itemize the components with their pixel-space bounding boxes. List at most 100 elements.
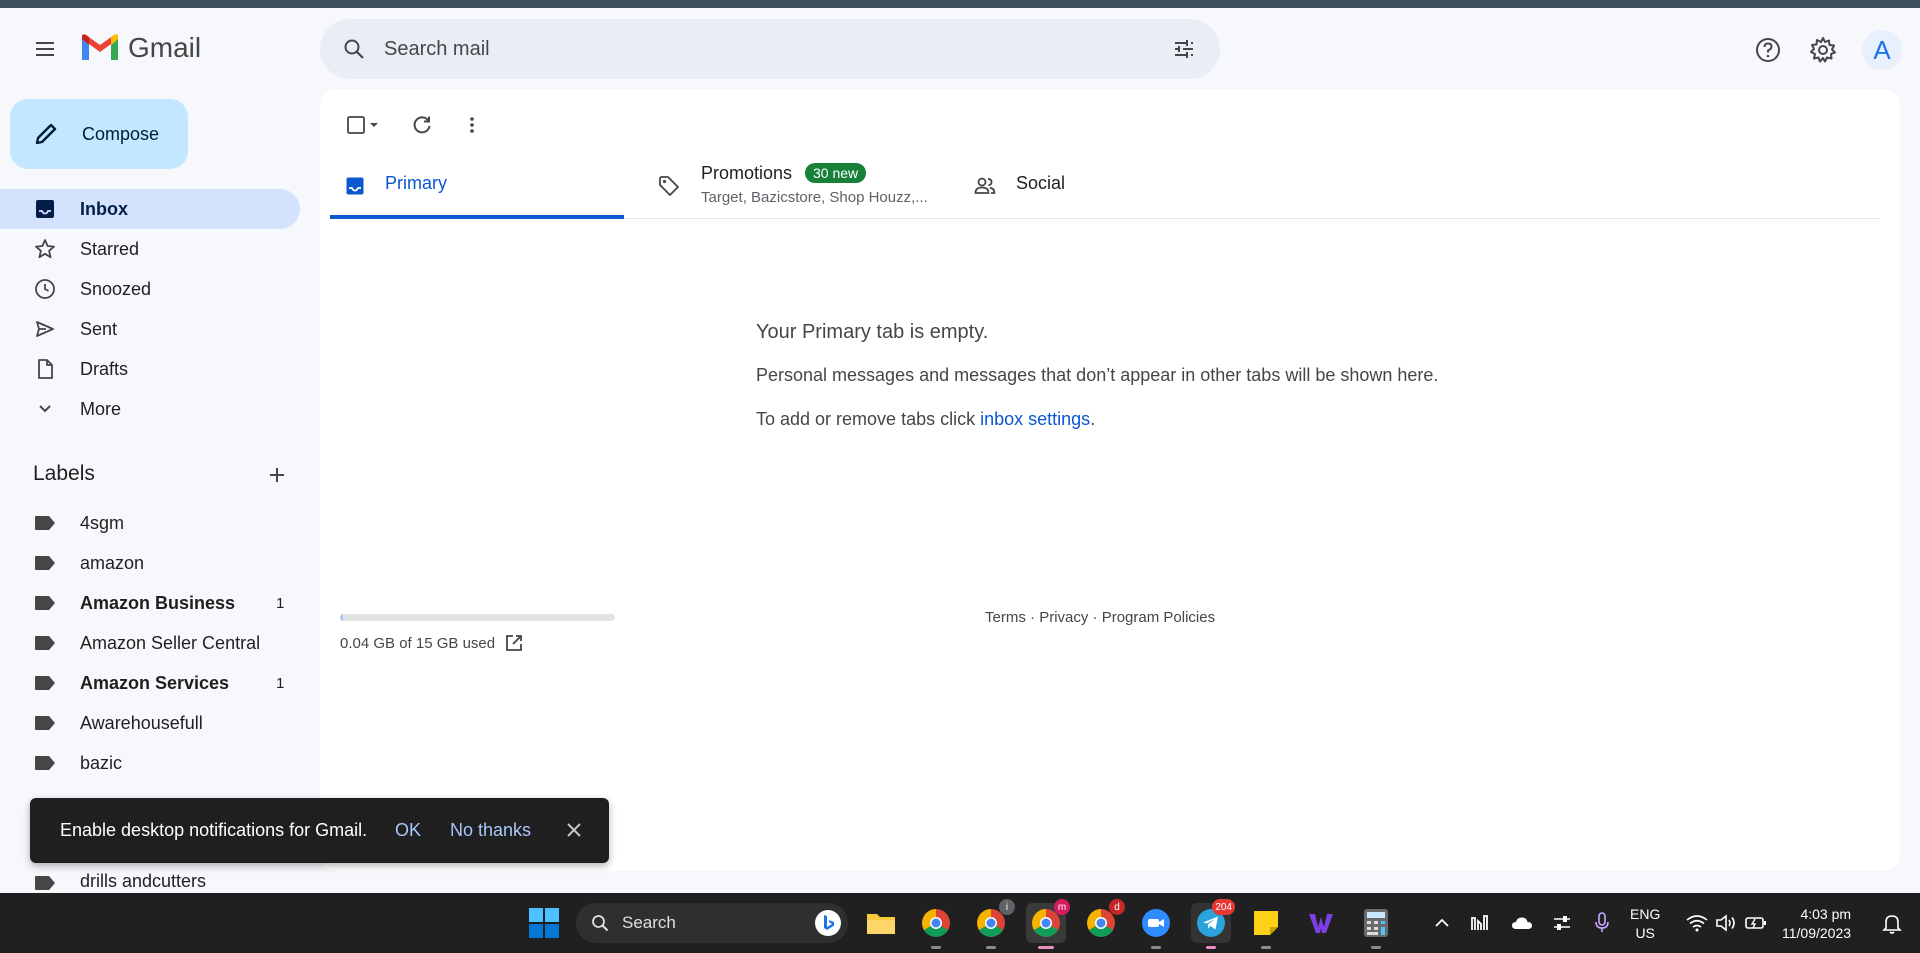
main-panel: Primary Promotions Target, Bazicstore, S…	[320, 89, 1900, 871]
label-icon	[35, 716, 55, 730]
zoom-app[interactable]	[1136, 903, 1176, 949]
chrome-profile-2-app[interactable]: i	[971, 899, 1015, 949]
sidebar-item-more[interactable]: More	[0, 389, 300, 429]
battery-icon	[1745, 917, 1766, 929]
header: Gmail A	[0, 8, 1920, 90]
sidebar-item-label: Snoozed	[80, 278, 152, 299]
unread-badge: 204	[1212, 899, 1235, 915]
chevron-up-icon	[1435, 918, 1449, 927]
people-icon	[972, 173, 998, 199]
settings-button[interactable]	[1803, 30, 1843, 70]
battery-button[interactable]	[1744, 911, 1768, 935]
tray-app-icon[interactable]	[1468, 911, 1492, 935]
close-icon	[567, 823, 581, 837]
label-name: Amazon Business	[80, 592, 236, 613]
snackbar-ok-button[interactable]: OK	[395, 820, 421, 841]
label-item[interactable]: Amazon Seller Central	[0, 623, 300, 663]
gmail-logo[interactable]: Gmail	[80, 32, 201, 64]
label-icon	[35, 876, 55, 890]
search-input[interactable]	[384, 37, 1144, 61]
new-count-badge: 30 new	[805, 163, 867, 183]
label-icon	[35, 756, 55, 770]
program-policies-link[interactable]: Program Policies	[1102, 609, 1215, 626]
snackbar-close-button[interactable]	[562, 818, 586, 842]
tab-promotions[interactable]: Promotions Target, Bazicstore, Shop Houz…	[644, 153, 944, 219]
running-indicator	[986, 946, 996, 949]
system-clock[interactable]: 4:03 pm 11/09/2023	[1782, 905, 1851, 943]
hamburger-icon	[36, 42, 54, 56]
running-indicator	[931, 946, 941, 949]
unread-count: 1	[276, 594, 285, 612]
label-item[interactable]: Awarehousefull	[0, 703, 300, 743]
running-indicator	[1151, 946, 1161, 949]
label-icon	[35, 556, 55, 570]
open-in-new-icon[interactable]	[505, 634, 523, 652]
main-menu-button[interactable]	[24, 28, 66, 70]
compose-button[interactable]: Compose	[10, 99, 188, 169]
app-name: Gmail	[128, 32, 202, 63]
wifi-button[interactable]	[1685, 911, 1709, 935]
label-item[interactable]: 4sgm	[0, 503, 300, 543]
w-logo-icon	[1309, 914, 1333, 933]
search-icon[interactable]	[336, 31, 372, 67]
calculator-app[interactable]	[1356, 903, 1396, 949]
windows-start-icon[interactable]	[528, 907, 560, 939]
label-item[interactable]: Amazon Business 1	[0, 583, 300, 623]
search-bar[interactable]	[320, 19, 1220, 79]
sidebar-item-inbox[interactable]: Inbox	[0, 189, 300, 229]
sticky-notes-app[interactable]	[1246, 903, 1286, 949]
refresh-icon	[413, 116, 431, 134]
sidebar-item-label: Inbox	[80, 198, 128, 219]
refresh-button[interactable]	[402, 105, 442, 145]
sidebar-item-sent[interactable]: Sent	[0, 309, 300, 349]
label-item[interactable]: bazic	[0, 743, 300, 783]
profile-badge: m	[1054, 899, 1070, 915]
telegram-app[interactable]: 204	[1191, 899, 1235, 949]
privacy-link[interactable]: Privacy	[1039, 609, 1088, 626]
microphone-button[interactable]	[1590, 911, 1614, 935]
empty-state-hint: To add or remove tabs click inbox settin…	[756, 409, 1096, 429]
file-explorer-app[interactable]	[861, 903, 901, 943]
labels-heading: Labels	[33, 462, 95, 485]
notification-bell-icon[interactable]	[1880, 911, 1904, 935]
snackbar-no-thanks-button[interactable]: No thanks	[450, 820, 531, 841]
star-icon	[32, 236, 58, 262]
profile-badge: i	[999, 899, 1015, 915]
promotions-senders: Target, Bazicstore, Shop Houzz,...	[701, 189, 928, 206]
tab-primary[interactable]: Primary	[330, 153, 624, 219]
taskbar-search[interactable]: Search	[576, 903, 848, 943]
account-avatar[interactable]: A	[1862, 30, 1902, 70]
sidebar-item-drafts[interactable]: Drafts	[0, 349, 300, 389]
sidebar-item-snoozed[interactable]: Snoozed	[0, 269, 300, 309]
volume-button[interactable]	[1714, 911, 1738, 935]
label-item[interactable]: Amazon Services 1	[0, 663, 300, 703]
chrome-profile-4-app[interactable]: d	[1081, 899, 1125, 943]
sidebar-item-label: Drafts	[80, 358, 129, 379]
search-options-button[interactable]	[1166, 31, 1202, 67]
purple-w-app[interactable]	[1301, 903, 1341, 943]
pencil-icon	[32, 120, 60, 148]
more-options-button[interactable]	[452, 105, 492, 145]
input-language-indicator[interactable]: ENG US	[1630, 905, 1660, 943]
label-item[interactable]: amazon	[0, 543, 300, 583]
search-icon	[592, 915, 609, 932]
tune-icon	[1175, 40, 1193, 58]
label-icon	[35, 596, 55, 610]
plus-icon	[270, 468, 284, 482]
terms-link[interactable]: Terms	[985, 609, 1026, 626]
chrome-profile-3-app[interactable]: m	[1026, 899, 1070, 949]
chrome-app[interactable]	[916, 903, 956, 949]
sidebar-item-starred[interactable]: Starred	[0, 229, 300, 269]
select-all-checkbox[interactable]	[340, 105, 390, 145]
inbox-settings-link[interactable]: inbox settings	[980, 409, 1090, 429]
tab-social[interactable]: Social	[960, 153, 1160, 219]
sidebar-item-label: Starred	[80, 238, 140, 259]
wifi-icon	[1686, 915, 1708, 932]
support-button[interactable]	[1748, 30, 1788, 70]
show-hidden-icons-button[interactable]	[1430, 911, 1454, 935]
create-label-button[interactable]	[262, 460, 292, 490]
chevron-down-icon	[32, 396, 58, 422]
tray-settings-button[interactable]	[1550, 911, 1574, 935]
active-indicator	[1038, 946, 1054, 949]
onedrive-button[interactable]	[1510, 911, 1534, 935]
